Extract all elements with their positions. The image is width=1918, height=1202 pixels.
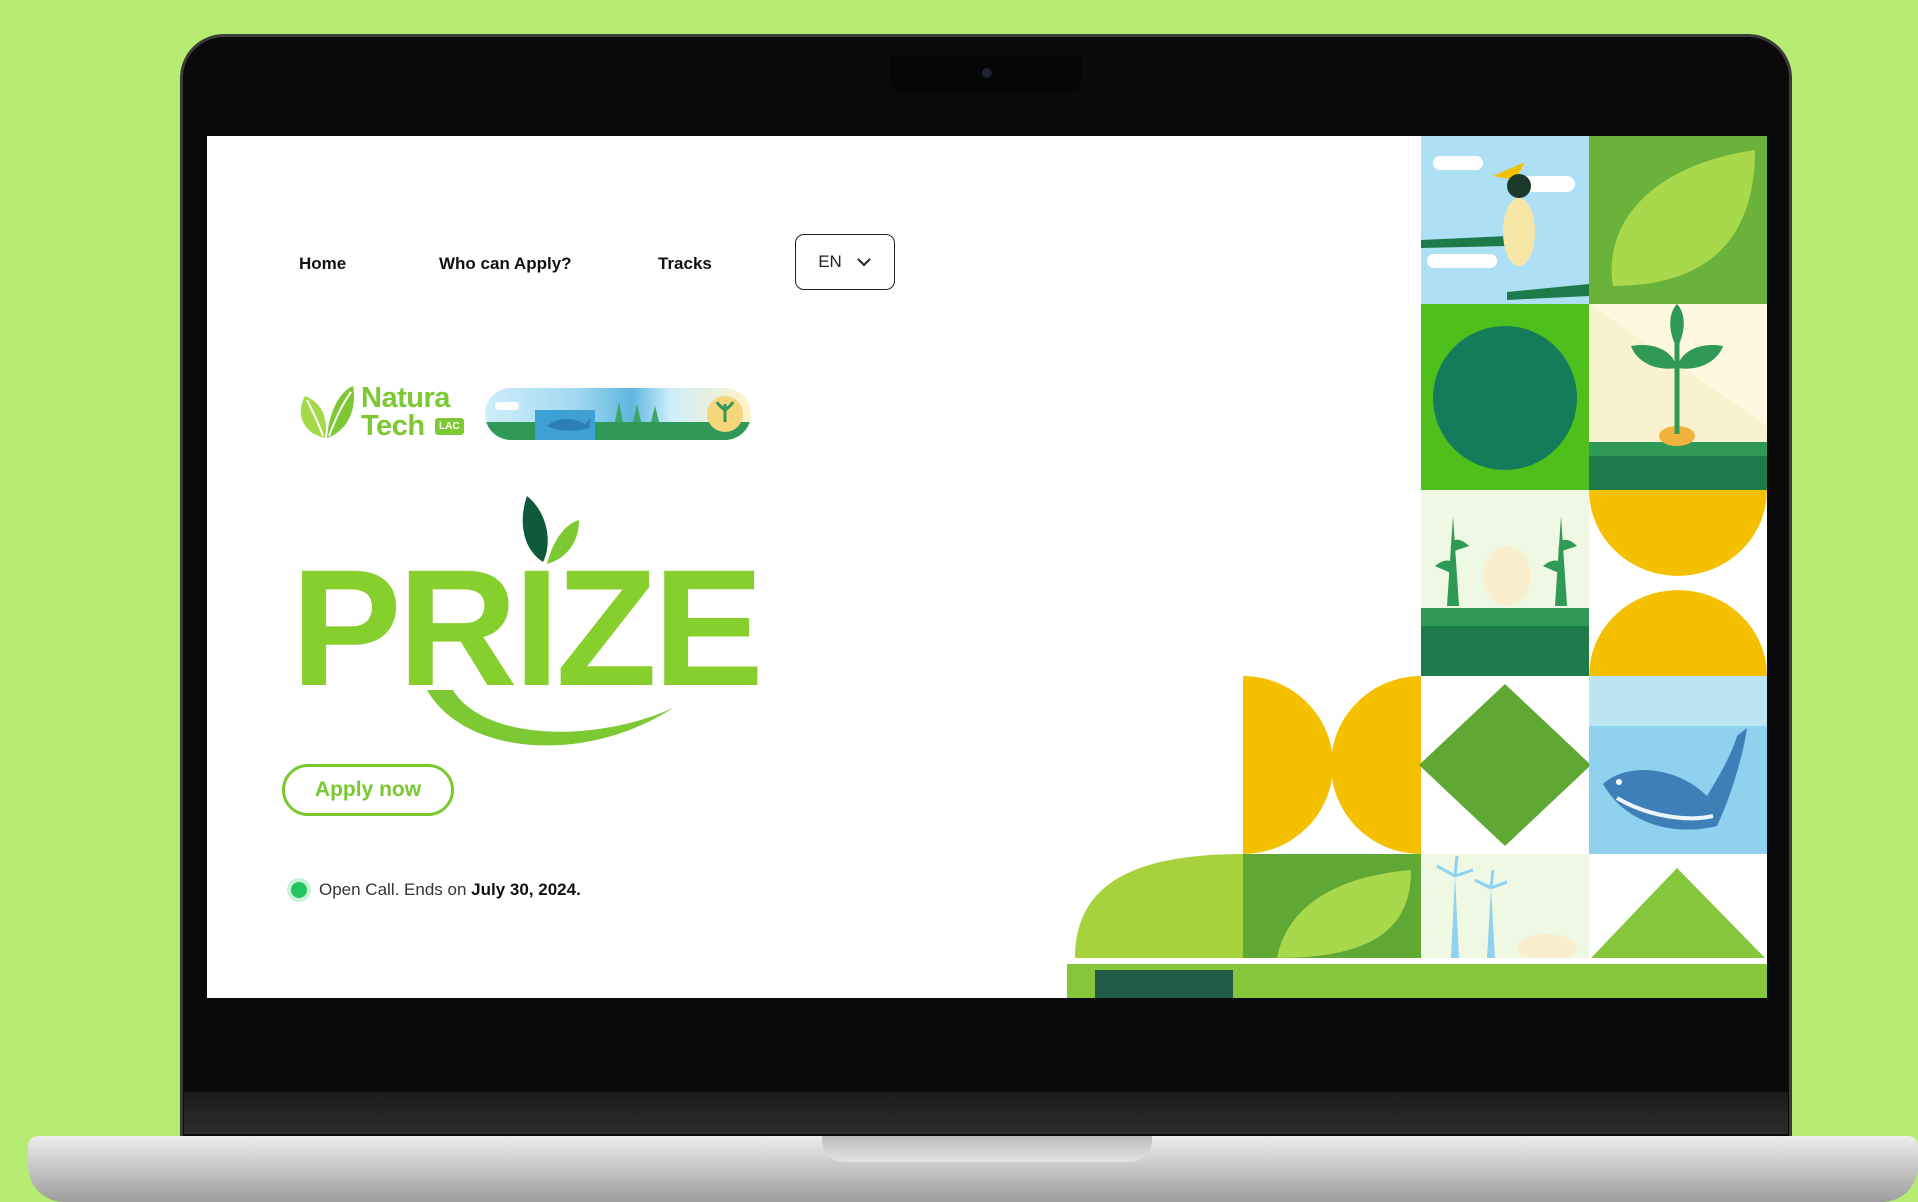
logo-illustration-banner xyxy=(485,388,751,440)
language-selector[interactable]: EN xyxy=(795,234,895,290)
prize-swoosh-icon xyxy=(427,690,673,746)
nav-home-link[interactable]: Home xyxy=(299,254,346,274)
landscape-illustration xyxy=(485,396,751,440)
status-text: Open Call. Ends on July 30, 2024. xyxy=(319,880,581,900)
plants-tile xyxy=(1421,490,1589,676)
bird-tile xyxy=(1421,136,1589,304)
diamond-tile xyxy=(1419,676,1591,854)
camera-icon xyxy=(982,68,992,78)
screen-bottom-bezel xyxy=(184,1092,1788,1134)
seedling-tile xyxy=(1589,304,1767,490)
status-prefix: Open Call. Ends on xyxy=(319,880,472,899)
nav-tracks-link[interactable]: Tracks xyxy=(658,254,712,274)
status-date: July 30, 2024. xyxy=(471,880,581,899)
leaf-logo-icon xyxy=(300,386,354,438)
leaf-tile xyxy=(1589,136,1767,304)
whale-tile xyxy=(1589,676,1767,854)
bottom-tiles xyxy=(1067,854,1767,998)
yellow-bowtie-tile xyxy=(1243,676,1421,854)
prize-wordmark: PRIZE xyxy=(277,492,877,754)
chevron-down-icon xyxy=(857,258,871,267)
nav-who-can-apply-link[interactable]: Who can Apply? xyxy=(439,254,572,274)
website-screen: Home Who can Apply? Tracks EN Natura Tec… xyxy=(207,136,1767,998)
open-call-status: Open Call. Ends on July 30, 2024. xyxy=(291,880,581,900)
natura-tech-logo: Natura Tech LAC xyxy=(295,382,751,446)
apply-now-button[interactable]: Apply now xyxy=(282,764,454,816)
status-dot-icon xyxy=(291,882,307,898)
lac-badge: LAC xyxy=(435,418,464,435)
language-value: EN xyxy=(818,252,842,271)
yellow-semicircles-tile xyxy=(1589,490,1767,676)
circle-tile xyxy=(1421,304,1589,490)
laptop-opening-notch xyxy=(822,1136,1152,1162)
logo-line-natura: Natura xyxy=(361,382,450,414)
